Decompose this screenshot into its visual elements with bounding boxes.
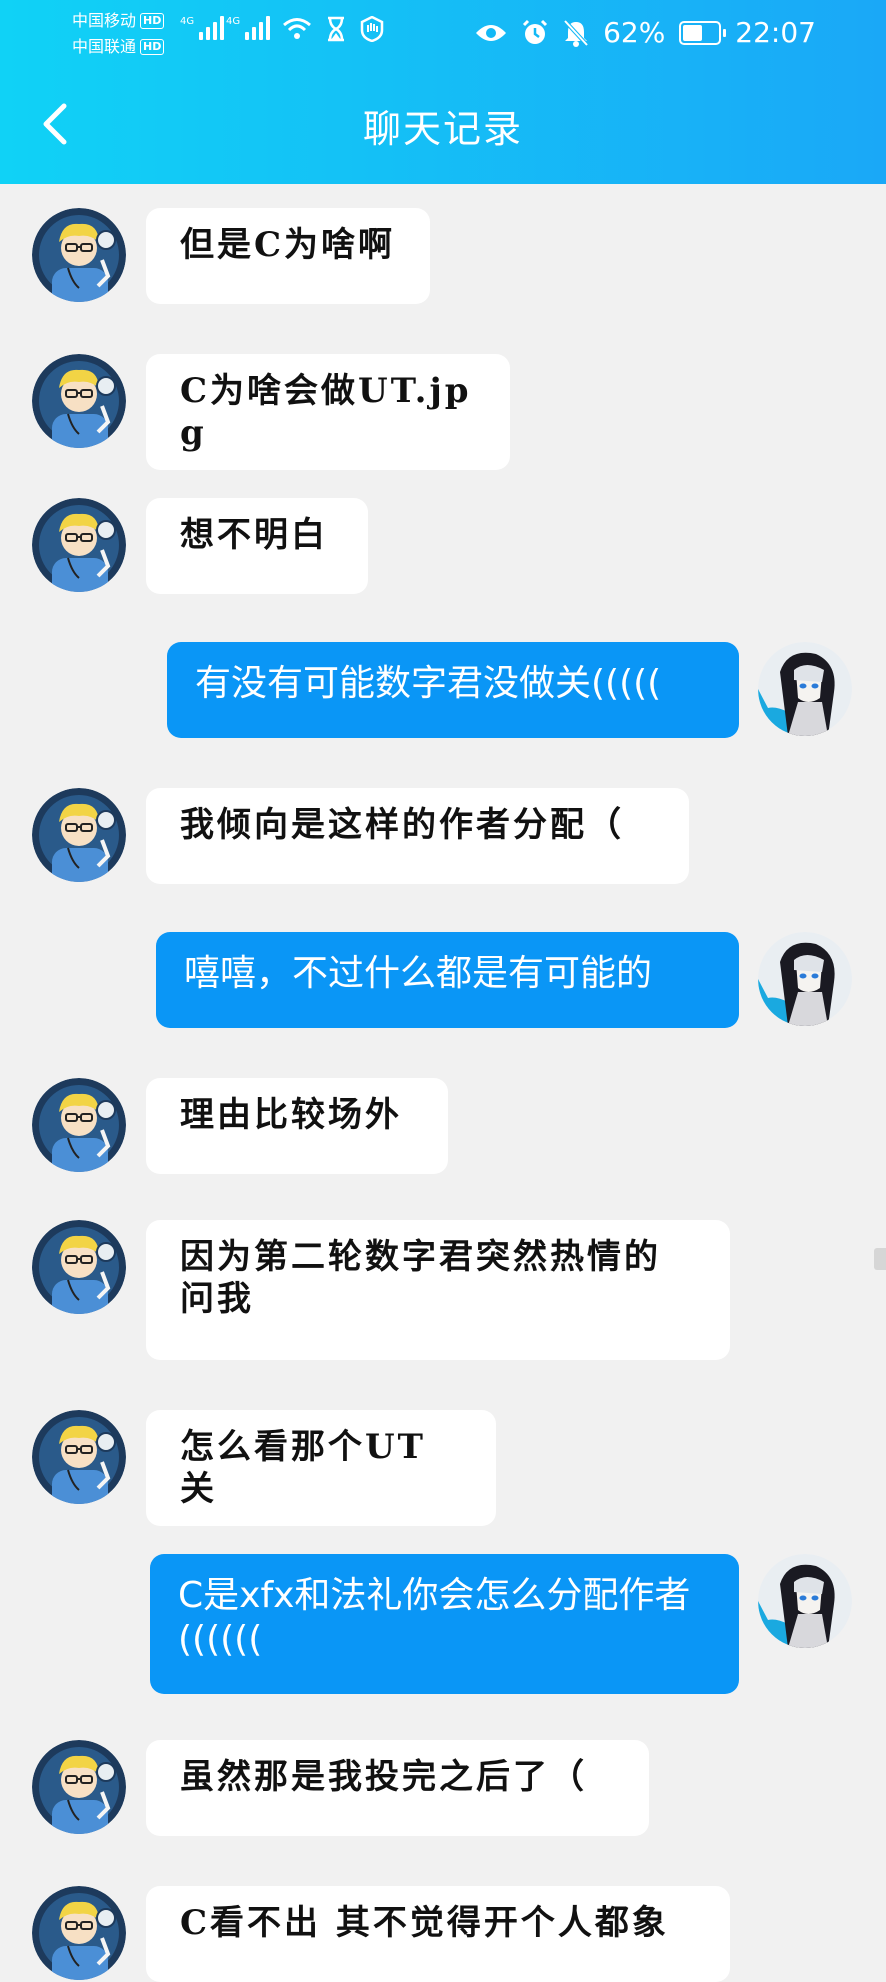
hd-badge-1: HD xyxy=(140,13,165,29)
message-bubble-incoming[interactable]: 虽然那是我投完之后了（ xyxy=(146,1740,649,1836)
sender-avatar[interactable] xyxy=(32,788,126,882)
hourglass-icon xyxy=(328,16,344,42)
self-avatar[interactable] xyxy=(758,1554,852,1648)
sender-avatar[interactable] xyxy=(32,1740,126,1834)
battery-percent: 62% xyxy=(603,16,666,49)
clock: 22:07 xyxy=(735,16,816,49)
battery-icon xyxy=(679,20,727,45)
sender-avatar[interactable] xyxy=(32,1078,126,1172)
page-title: 聊天记录 xyxy=(362,107,523,151)
sender-avatar[interactable] xyxy=(32,498,126,592)
message-bubble-incoming[interactable]: C为啥会做UT.jpg xyxy=(146,354,510,470)
alarm-icon xyxy=(523,19,548,44)
sender-avatar[interactable] xyxy=(32,1410,126,1504)
message-bubble-outgoing[interactable]: 有没有可能数字君没做关((((( xyxy=(167,642,739,738)
self-avatar[interactable] xyxy=(758,642,852,736)
sender-avatar[interactable] xyxy=(32,208,126,302)
carrier-info: 中国移动 HD 中国联通 HD xyxy=(72,8,165,60)
chat-list[interactable]: 但是C为啥啊 C为啥会做UT.jpg 想不明白 有没有可能数字君没做关(((((… xyxy=(0,184,886,1982)
status-right: 62% 22:07 xyxy=(475,16,816,49)
scrollbar[interactable] xyxy=(874,1248,886,1270)
message-bubble-incoming[interactable]: 怎么看那个UT关 xyxy=(146,1410,496,1526)
carrier-name-2: 中国联通 xyxy=(72,37,137,56)
message-bubble-incoming[interactable]: C看不出 其不觉得开个人都象 xyxy=(146,1886,730,1982)
eye-icon xyxy=(476,24,507,41)
message-bubble-outgoing[interactable]: 嘻嘻，不过什么都是有可能的 xyxy=(156,932,739,1028)
message-bubble-outgoing[interactable]: C是xfx和法礼你会怎么分配作者(((((( xyxy=(150,1554,739,1694)
header-bar: 中国移动 HD 中国联通 HD 4G 4G 62% 22:07 聊天记录 xyxy=(0,0,886,184)
signal-icon-2: 4G xyxy=(226,16,271,40)
message-bubble-incoming[interactable]: 想不明白 xyxy=(146,498,368,594)
status-icons xyxy=(282,16,384,42)
hand-shield-icon xyxy=(360,16,384,42)
sender-avatar[interactable] xyxy=(32,1220,126,1314)
message-bubble-incoming[interactable]: 理由比较场外 xyxy=(146,1078,448,1174)
message-bubble-incoming[interactable]: 因为第二轮数字君突然热情的问我 xyxy=(146,1220,730,1360)
message-bubble-incoming[interactable]: 我倾向是这样的作者分配（ xyxy=(146,788,689,884)
carrier-name-1: 中国移动 xyxy=(72,11,137,30)
message-bubble-incoming[interactable]: 但是C为啥啊 xyxy=(146,208,430,304)
signal-icon-1: 4G xyxy=(180,16,225,40)
wifi-icon xyxy=(283,18,311,39)
self-avatar[interactable] xyxy=(758,932,852,1026)
mute-bell-icon xyxy=(563,19,589,47)
sender-avatar[interactable] xyxy=(32,354,126,448)
sender-avatar[interactable] xyxy=(32,1886,126,1980)
hd-badge-2: HD xyxy=(140,39,165,55)
